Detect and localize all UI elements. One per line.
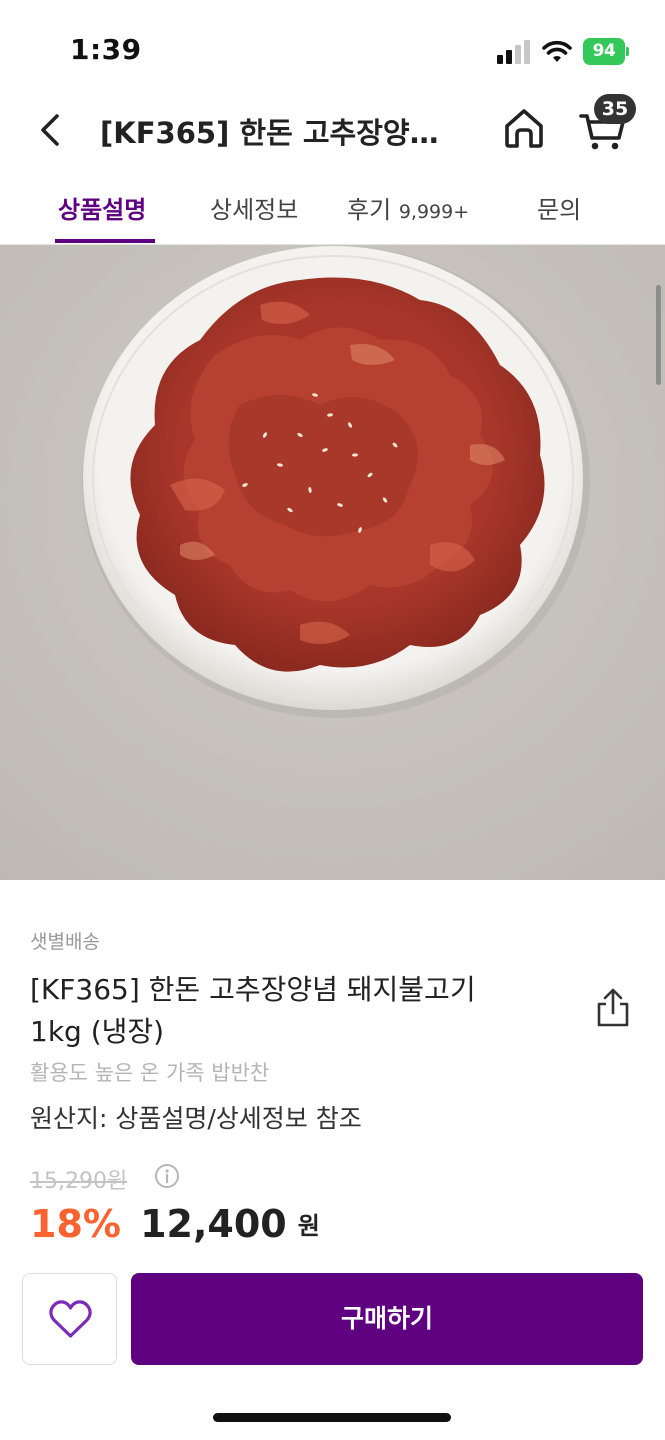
sale-price: 12,400: [140, 1202, 287, 1246]
product-name: [KF365] 한돈 고추장양념 돼지불고기 1kg (냉장): [30, 969, 550, 1053]
tab-label: 상세정보: [210, 196, 299, 224]
tab-inquiry[interactable]: 문의: [537, 190, 581, 225]
home-icon[interactable]: [502, 104, 546, 152]
price-row: 18% 12,400 원: [30, 1202, 320, 1252]
wishlist-button[interactable]: [22, 1273, 117, 1365]
currency-unit: 원: [297, 1212, 320, 1240]
status-bar: 1:39 94: [0, 0, 665, 100]
active-tab-indicator: [55, 239, 155, 243]
cart-count-badge: 35: [594, 94, 636, 124]
tab-description[interactable]: 상품설명: [58, 190, 146, 225]
info-icon[interactable]: [154, 1163, 180, 1189]
product-name-line1: [KF365] 한돈 고추장양념 돼지불고기: [30, 973, 476, 1006]
tab-details[interactable]: 상세정보: [210, 190, 298, 225]
page-title: [KF365] 한돈 고추장양념 돼지불고기 1kg (냉장): [100, 116, 465, 150]
product-detail-screen: 1:39 94 [KF365] 한돈 고추장양념 돼지불고기 1kg (냉장): [0, 0, 665, 1440]
cellular-signal-icon: [497, 40, 533, 64]
product-subtitle: 활용도 높은 온 가족 밥반찬: [30, 1061, 270, 1085]
discount-rate: 18%: [30, 1202, 121, 1246]
tab-label: 문의: [537, 196, 582, 224]
battery-level: 94: [583, 38, 625, 65]
original-price: 15,290원: [30, 1169, 128, 1194]
top-nav-bar: [KF365] 한돈 고추장양념 돼지불고기 1kg (냉장): [0, 100, 665, 160]
share-icon[interactable]: [594, 988, 632, 1028]
product-image: [0, 245, 665, 880]
review-count: 9,999+: [398, 201, 470, 223]
status-time: 1:39: [70, 33, 142, 66]
product-info: 샛별배송 [KF365] 한돈 고추장양념 돼지불고기 1kg (냉장) 활용도…: [0, 880, 665, 1260]
delivery-type-label: 샛별배송: [30, 931, 100, 953]
tab-reviews[interactable]: 후기 9,999+: [347, 190, 469, 225]
wifi-icon: [542, 40, 572, 62]
home-indicator: [213, 1413, 451, 1422]
tab-label: 후기: [347, 196, 392, 224]
product-name-line2: 1kg (냉장): [30, 1015, 165, 1048]
origin-info: 원산지: 상품설명/상세정보 참조: [30, 1104, 362, 1133]
tab-label: 상품설명: [58, 196, 147, 224]
tab-bar: 상품설명 상세정보 후기 9,999+ 문의: [0, 170, 665, 245]
buy-button[interactable]: 구매하기: [131, 1273, 643, 1365]
heart-icon: [49, 1300, 92, 1338]
chevron-left-icon[interactable]: [30, 108, 70, 152]
battery-icon: 94: [583, 38, 629, 65]
